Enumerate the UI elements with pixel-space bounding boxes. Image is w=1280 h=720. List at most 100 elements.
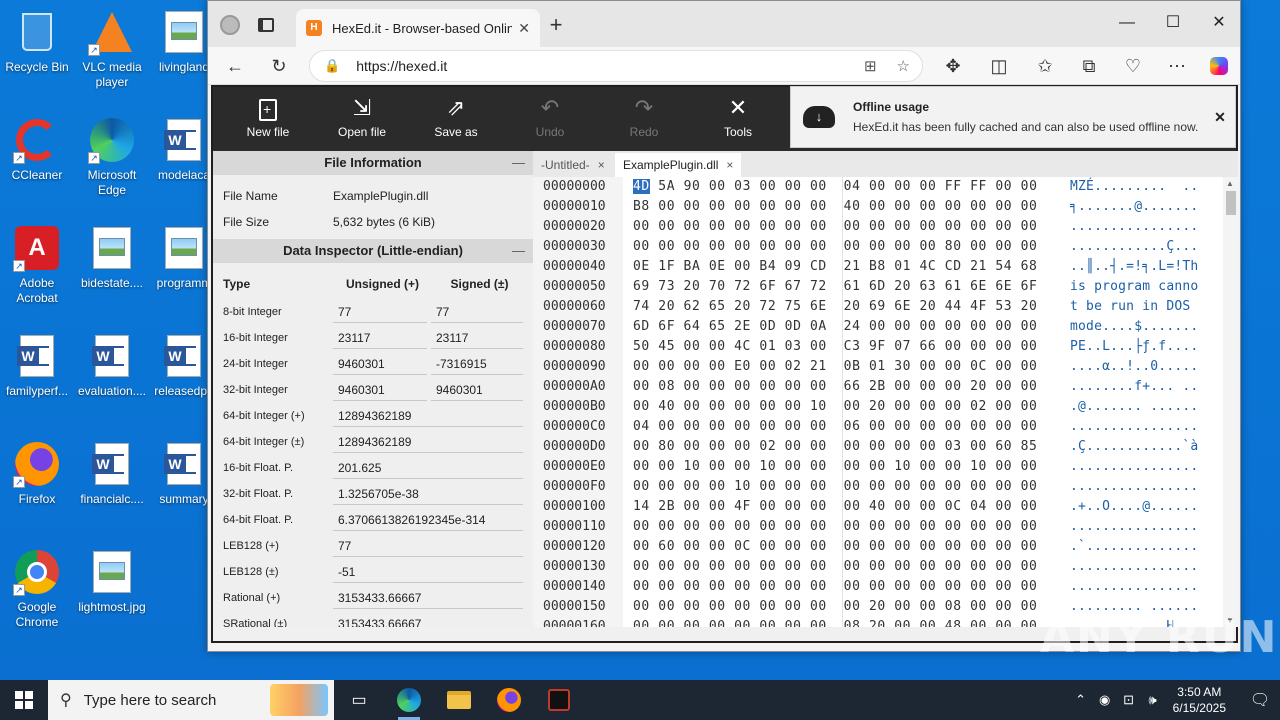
inspector-value[interactable]: 12894362189 [333, 405, 523, 427]
hex-row[interactable]: 00000060 74 20 62 65 20 72 75 6E 20 69 6E… [533, 297, 1223, 317]
scroll-up-icon[interactable]: ▲ [1226, 179, 1234, 188]
refresh-icon[interactable]: ↻ [264, 52, 294, 80]
hex-row[interactable]: 000000F0 00 00 00 00 10 00 00 00 00 00 00… [533, 477, 1223, 497]
inspector-unsigned-value[interactable]: 23117 [333, 327, 427, 349]
ascii-text[interactable]: ....α..!..0..... [1070, 357, 1198, 377]
ascii-text[interactable]: ........f+... .. [1070, 377, 1198, 397]
window-close-button[interactable]: ✕ [1196, 9, 1242, 37]
taskbar-firefox[interactable] [484, 680, 534, 720]
ascii-text[interactable]: ................ [1070, 457, 1198, 477]
ascii-text[interactable]: is program canno [1070, 277, 1198, 297]
task-view-button[interactable]: ▭ [334, 680, 384, 720]
favorite-star-icon[interactable]: ☆ [897, 57, 910, 75]
hex-row[interactable]: 00000010 B8 00 00 00 00 00 00 00 40 00 00… [533, 197, 1223, 217]
favorites-icon[interactable]: ✩ [1030, 52, 1060, 80]
ascii-text[interactable]: .`.............. [1070, 537, 1198, 557]
hex-bytes[interactable]: 00 00 00 00 00 00 00 00 00 00 00 00 00 0… [633, 577, 1037, 597]
undo-button[interactable]: ↶ Undo [503, 87, 597, 151]
taskbar-search-box[interactable]: ⚲ Type here to search [48, 680, 334, 720]
ascii-text[interactable]: t be run in DOS [1070, 297, 1198, 317]
inspector-value[interactable]: 3153433.66667 [333, 587, 523, 609]
tab-close-icon[interactable]: ✕ [518, 20, 530, 37]
hex-bytes[interactable]: 4D 5A 90 00 03 00 00 00 04 00 00 00 FF F… [633, 177, 1038, 197]
desktop-icon-financialc[interactable]: W financialc.... [76, 440, 148, 507]
hex-bytes[interactable]: 00 00 00 00 00 00 00 00 00 00 00 00 80 0… [633, 237, 1037, 257]
hex-bytes[interactable]: 6D 6F 64 65 2E 0D 0D 0A 24 00 00 00 00 0… [633, 317, 1037, 337]
inspector-value[interactable]: 77 [333, 535, 523, 557]
hex-view[interactable]: 00000000 4D 5A 90 00 03 00 00 00 04 00 00… [533, 177, 1223, 627]
inspector-value[interactable]: 3153433.66667 [333, 613, 523, 627]
hex-bytes[interactable]: 00 00 00 00 00 00 00 00 00 00 00 00 00 0… [633, 517, 1037, 537]
hex-row[interactable]: 000000C0 04 00 00 00 00 00 00 00 06 00 00… [533, 417, 1223, 437]
address-bar[interactable]: 🔒 https://hexed.it ⊞ ☆ [309, 50, 923, 82]
hex-bytes[interactable]: 00 80 00 00 00 02 00 00 00 00 00 00 03 0… [633, 437, 1037, 457]
hex-row[interactable]: 00000080 50 45 00 00 4C 01 03 00 C3 9F 07… [533, 337, 1223, 357]
ascii-text[interactable]: .@....... ...... [1070, 397, 1198, 417]
desktop-icon-vlc[interactable]: ↗ VLC media player [76, 8, 148, 90]
hex-bytes[interactable]: B8 00 00 00 00 00 00 00 40 00 00 00 00 0… [633, 197, 1037, 217]
notification-center-icon[interactable]: 🗨 [1240, 690, 1280, 710]
extensions-icon[interactable]: ✥ [938, 52, 968, 80]
inspector-unsigned-value[interactable]: 9460301 [333, 353, 427, 375]
taskbar-edge[interactable] [384, 680, 434, 720]
taskbar-app[interactable] [534, 680, 584, 720]
ascii-text[interactable]: ................ [1070, 477, 1198, 497]
desktop-icon-adobe-acrobat[interactable]: A ↗ Adobe Acrobat [1, 224, 73, 306]
hex-scrollbar[interactable]: ▲ ▼ [1223, 177, 1238, 627]
window-maximize-button[interactable]: ☐ [1150, 9, 1196, 37]
desktop-icon-lightmost[interactable]: lightmost.jpg [76, 548, 148, 615]
desktop-icon-google-chrome[interactable]: ↗ Google Chrome [1, 548, 73, 630]
tools-button[interactable]: ✕ Tools [691, 87, 785, 151]
hex-bytes[interactable]: 00 00 00 00 00 00 00 00 00 20 00 00 08 0… [633, 597, 1037, 617]
hex-bytes[interactable]: 00 60 00 00 0C 00 00 00 00 00 00 00 00 0… [633, 537, 1037, 557]
hex-row[interactable]: 000000E0 00 00 10 00 00 10 00 00 00 00 10… [533, 457, 1223, 477]
inspector-signed-value[interactable]: 9460301 [431, 379, 523, 401]
hex-row[interactable]: 00000030 00 00 00 00 00 00 00 00 00 00 00… [533, 237, 1223, 257]
hex-bytes[interactable]: 00 00 00 00 E0 00 02 21 0B 01 30 00 00 0… [633, 357, 1037, 377]
tab-close-icon[interactable]: × [726, 158, 733, 172]
inspector-signed-value[interactable]: 23117 [431, 327, 523, 349]
meet-now-icon[interactable]: ◉ [1093, 692, 1117, 708]
app-available-icon[interactable]: ⊞ [864, 57, 877, 75]
desktop-icon-familyperf[interactable]: W familyperf... [1, 332, 73, 399]
copilot-icon[interactable] [1204, 52, 1234, 80]
clock[interactable]: 3:50 AM 6/15/2025 [1173, 684, 1226, 716]
offline-close-icon[interactable]: ✕ [1205, 109, 1235, 126]
desktop-icon-firefox[interactable]: ↗ Firefox [1, 440, 73, 507]
back-arrow-icon[interactable]: ← [220, 52, 250, 80]
hex-bytes[interactable]: 00 00 00 00 00 00 00 00 00 00 00 00 00 0… [633, 557, 1037, 577]
hex-bytes[interactable]: 00 00 10 00 00 10 00 00 00 00 10 00 00 1… [633, 457, 1037, 477]
tab-actions-icon[interactable] [252, 11, 280, 39]
hex-row[interactable]: 00000110 00 00 00 00 00 00 00 00 00 00 00… [533, 517, 1223, 537]
hex-row[interactable]: 00000140 00 00 00 00 00 00 00 00 00 00 00… [533, 577, 1223, 597]
ascii-text[interactable]: ................ [1070, 557, 1198, 577]
ascii-text[interactable]: ............Ç... [1070, 237, 1198, 257]
redo-button[interactable]: ↷ Redo [597, 87, 691, 151]
desktop-icon-edge[interactable]: ↗ Microsoft Edge [76, 116, 148, 198]
ascii-text[interactable]: ................ [1070, 217, 1198, 237]
ascii-text[interactable]: MZÉ......... .. [1070, 177, 1198, 197]
hex-row[interactable]: 00000130 00 00 00 00 00 00 00 00 00 00 00… [533, 557, 1223, 577]
new-file-button[interactable]: + New file [221, 87, 315, 151]
hex-bytes[interactable]: 00 40 00 00 00 00 00 10 00 20 00 00 00 0… [633, 397, 1037, 417]
selected-byte[interactable]: 4D [633, 179, 650, 194]
hex-bytes[interactable]: 0E 1F BA 0E 00 B4 09 CD 21 B8 01 4C CD 2… [633, 257, 1037, 277]
hex-row[interactable]: 00000020 00 00 00 00 00 00 00 00 00 00 00… [533, 217, 1223, 237]
show-hidden-icons-chevron-icon[interactable]: ⌃ [1069, 692, 1093, 708]
settings-more-icon[interactable]: ⋯ [1162, 52, 1192, 80]
desktop-icon-ccleaner[interactable]: ↗ CCleaner [1, 116, 73, 183]
ascii-text[interactable]: ╕.......@....... [1070, 197, 1198, 217]
inspector-unsigned-value[interactable]: 77 [333, 301, 427, 323]
hex-bytes[interactable]: 00 08 00 00 00 00 00 00 66 2B 00 00 00 2… [633, 377, 1037, 397]
inspector-value[interactable]: 1.3256705e-38 [333, 483, 523, 505]
scrollbar-thumb[interactable] [1226, 191, 1236, 215]
browser-essentials-icon[interactable]: ♡ [1118, 52, 1148, 80]
browser-tab-hexed[interactable]: H HexEd.it - Browser-based Online a ✕ [296, 9, 540, 47]
start-button[interactable] [0, 680, 48, 720]
inspector-unsigned-value[interactable]: 9460301 [333, 379, 427, 401]
inspector-signed-value[interactable]: -7316915 [431, 353, 523, 375]
ascii-text[interactable]: ................ [1070, 417, 1198, 437]
collapse-icon[interactable]: — [512, 151, 525, 175]
hex-row[interactable]: 000000D0 00 80 00 00 00 02 00 00 00 00 00… [533, 437, 1223, 457]
desktop-icon-bidestate[interactable]: bidestate.... [76, 224, 148, 291]
